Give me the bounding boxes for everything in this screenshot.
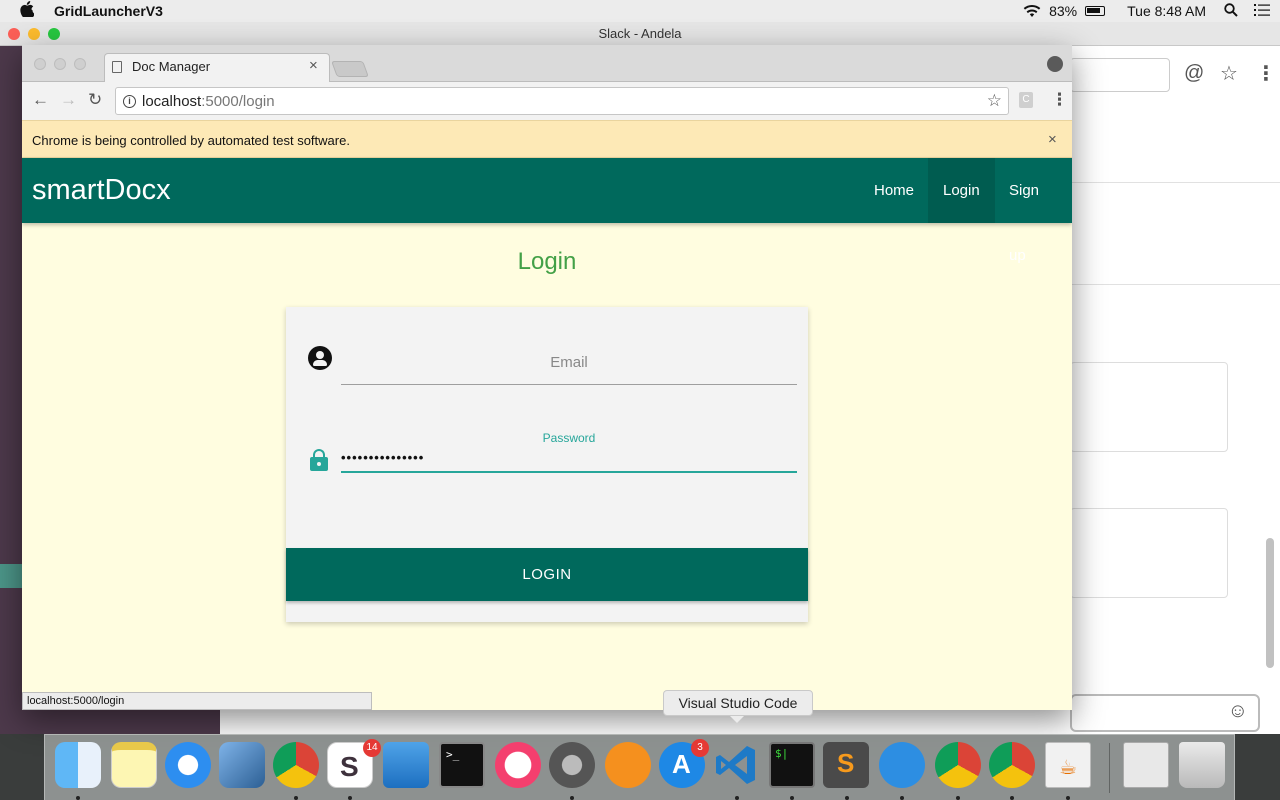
slack-more-menu-icon[interactable]: ⋮ bbox=[1256, 61, 1276, 86]
nav-signup[interactable]: Sign up bbox=[994, 158, 1072, 264]
safari-icon[interactable] bbox=[165, 742, 211, 788]
password-value[interactable]: ••••••••••••••• bbox=[341, 450, 424, 465]
infobar-message: Chrome is being controlled by automated … bbox=[32, 133, 350, 148]
finder-icon[interactable] bbox=[55, 742, 101, 788]
app-navbar: smartDocx Home Login Sign up bbox=[22, 158, 1072, 264]
trash-icon[interactable] bbox=[1179, 742, 1225, 788]
sublime-text-icon[interactable]: S bbox=[823, 742, 869, 788]
toolbar: ← → ↻ i localhost:5000/login ☆ C ⋮ bbox=[22, 82, 1072, 120]
preview-icon[interactable] bbox=[1123, 742, 1169, 788]
page-viewport: smartDocx Home Login Sign up Login Email… bbox=[22, 158, 1072, 710]
apple-menu-icon[interactable] bbox=[20, 0, 36, 22]
slack-message-card bbox=[1070, 508, 1228, 598]
at-mentions-icon[interactable]: @ bbox=[1184, 62, 1204, 85]
vscode-icon[interactable] bbox=[713, 742, 759, 788]
password-underline bbox=[341, 471, 797, 473]
account-circle-icon bbox=[308, 346, 332, 370]
menubar-clock[interactable]: Tue 8:48 AM bbox=[1127, 3, 1206, 19]
slack-search-input[interactable] bbox=[1070, 58, 1170, 92]
tab-strip: Doc Manager × bbox=[22, 45, 1072, 83]
dock-tooltip: Visual Studio Code bbox=[663, 690, 813, 723]
tab-title: Doc Manager bbox=[132, 59, 211, 74]
slack-titlebar: Slack - Andela bbox=[0, 22, 1280, 46]
close-window-icon[interactable] bbox=[8, 28, 20, 40]
status-bubble: localhost:5000/login bbox=[22, 692, 372, 710]
system-preferences-icon[interactable] bbox=[549, 742, 595, 788]
slack-divider bbox=[1070, 284, 1280, 285]
slack-divider bbox=[1070, 182, 1280, 183]
extension-icon[interactable]: C bbox=[1019, 92, 1033, 108]
itunes-icon[interactable] bbox=[495, 742, 541, 788]
postgres-icon[interactable] bbox=[879, 742, 925, 788]
slack-message-input[interactable]: ☺ bbox=[1070, 694, 1260, 732]
chrome-menu-icon[interactable]: ⋮ bbox=[1051, 90, 1068, 110]
macos-dock: S 14 >_ A 3 $| S ☕ bbox=[44, 734, 1235, 800]
tab-close-icon[interactable]: × bbox=[309, 57, 318, 74]
forward-icon[interactable]: → bbox=[60, 90, 77, 110]
notes-icon[interactable] bbox=[111, 742, 157, 788]
chrome-window: Doc Manager × ← → ↻ i localhost:5000/log… bbox=[22, 45, 1072, 710]
battery-percent: 83% bbox=[1049, 3, 1078, 19]
nav-login[interactable]: Login bbox=[928, 158, 995, 223]
automation-infobar: Chrome is being controlled by automated … bbox=[22, 120, 1072, 158]
spotlight-search-icon[interactable] bbox=[1224, 2, 1238, 20]
mail-icon[interactable] bbox=[219, 742, 265, 788]
terminal-icon[interactable]: >_ bbox=[439, 742, 485, 788]
chrome-minimize-icon[interactable] bbox=[54, 58, 66, 70]
terminal-green-icon[interactable]: $| bbox=[769, 742, 815, 788]
page-favicon-icon bbox=[112, 61, 122, 73]
wifi-icon[interactable] bbox=[1023, 4, 1041, 18]
macos-menubar: GridLauncherV3 83% Tue 8:48 AM bbox=[0, 0, 1280, 22]
new-tab-button[interactable] bbox=[331, 61, 369, 77]
chrome-close-icon[interactable] bbox=[34, 58, 46, 70]
password-field[interactable]: Password ••••••••••••••• bbox=[341, 429, 797, 489]
site-info-icon[interactable]: i bbox=[123, 95, 136, 108]
email-underline bbox=[341, 384, 797, 385]
chrome-icon[interactable] bbox=[273, 742, 319, 788]
nav-home[interactable]: Home bbox=[859, 158, 929, 223]
minimize-window-icon[interactable] bbox=[28, 28, 40, 40]
bookmark-star-icon[interactable]: ☆ bbox=[987, 91, 1002, 111]
app-store-badge: 3 bbox=[691, 739, 709, 757]
page-title: Login bbox=[517, 248, 577, 275]
email-placeholder: Email bbox=[550, 354, 588, 371]
reload-icon[interactable]: ↻ bbox=[88, 90, 102, 110]
java-icon[interactable]: ☕ bbox=[1045, 742, 1091, 788]
chrome-zoom-icon[interactable] bbox=[74, 58, 86, 70]
omnibox-url[interactable]: localhost:5000/login bbox=[142, 93, 275, 110]
chrome-icon-2[interactable] bbox=[935, 742, 981, 788]
active-app-name[interactable]: GridLauncherV3 bbox=[54, 3, 163, 19]
slack-badge: 14 bbox=[363, 739, 381, 757]
slack-message-card bbox=[1070, 362, 1228, 452]
zoom-window-icon[interactable] bbox=[48, 28, 60, 40]
login-button[interactable]: LOGIN bbox=[286, 548, 808, 601]
back-icon[interactable]: ← bbox=[32, 90, 49, 110]
starred-items-icon[interactable]: ☆ bbox=[1220, 61, 1238, 86]
chrome-icon-3[interactable] bbox=[989, 742, 1035, 788]
login-card: Email Password ••••••••••••••• LOGIN bbox=[286, 307, 808, 622]
keynote-icon[interactable] bbox=[383, 742, 429, 788]
brand-logo[interactable]: smartDocx bbox=[32, 174, 171, 207]
slack-scrollbar[interactable] bbox=[1266, 538, 1274, 668]
battery-icon[interactable] bbox=[1085, 6, 1106, 16]
notification-center-icon[interactable] bbox=[1254, 3, 1270, 19]
emoji-picker-icon[interactable]: ☺ bbox=[1228, 700, 1248, 723]
password-label: Password bbox=[542, 431, 596, 445]
slack-window-title: Slack - Andela bbox=[598, 26, 682, 41]
dock-separator bbox=[1109, 743, 1110, 793]
lock-icon bbox=[310, 449, 328, 471]
profile-avatar-icon[interactable] bbox=[1047, 56, 1063, 72]
ibooks-icon[interactable] bbox=[605, 742, 651, 788]
infobar-close-icon[interactable]: × bbox=[1048, 131, 1057, 148]
omnibox[interactable]: i localhost:5000/login ☆ bbox=[115, 87, 1009, 115]
email-field[interactable]: Email bbox=[341, 347, 797, 387]
